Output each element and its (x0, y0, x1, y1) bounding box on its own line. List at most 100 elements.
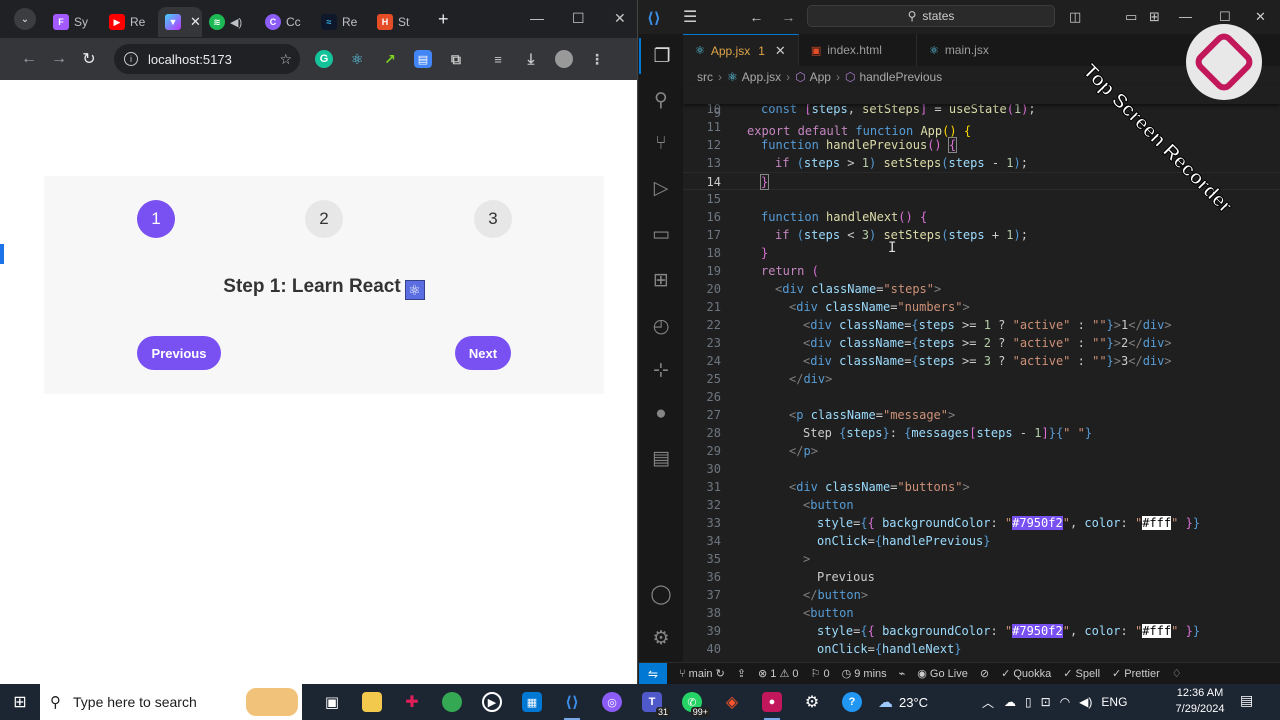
media-player-icon[interactable]: ▶ (472, 684, 512, 720)
close-window-icon[interactable]: ✕ (1255, 9, 1266, 25)
extensions-icon[interactable]: ⊞ (639, 262, 683, 298)
breadcrumb-item[interactable]: App (810, 70, 831, 84)
slack-icon[interactable]: ✚ (392, 684, 432, 720)
language-indicator[interactable]: ENG (1101, 695, 1127, 709)
help-icon[interactable]: ? (832, 684, 872, 720)
whatsapp-icon[interactable]: ✆ 99+ (672, 684, 712, 720)
react-devtools-icon[interactable]: ⚛ (348, 50, 366, 68)
step-number-2[interactable]: 2 (305, 200, 343, 238)
nav-forward-icon[interactable]: → (781, 9, 795, 25)
go-live-button[interactable]: ◉ Go Live (917, 667, 968, 680)
remote-explorer-icon[interactable]: ▭ (639, 216, 683, 252)
explorer-icon[interactable]: ❐ (639, 38, 683, 74)
step-number-3[interactable]: 3 (474, 200, 512, 238)
minimize-icon[interactable]: — (1179, 9, 1192, 24)
bookmark-star-icon[interactable]: ☆ (279, 51, 292, 68)
docs-extension-icon[interactable]: ▤ (414, 50, 432, 68)
toggle-panel-icon[interactable]: ▭ (1125, 9, 1137, 25)
search-icon[interactable]: ⚲ (639, 82, 683, 118)
problems-indicator[interactable]: ⊗ 1 ⚠ 0 (758, 667, 799, 680)
settings-icon[interactable]: ⚙ (792, 684, 832, 720)
remote-indicator-icon[interactable]: ⇋ (639, 662, 667, 684)
run-debug-icon[interactable]: ▷ (639, 170, 683, 206)
close-tab-icon[interactable]: ✕ (775, 43, 786, 59)
browser-tab[interactable]: ≋ ◀) (202, 7, 258, 37)
tab-index-html[interactable]: ▣ index.html (799, 34, 917, 66)
taskbar-clock[interactable]: 12:36 AM 7/29/2024 (1170, 685, 1230, 717)
network-icon[interactable]: ⊡ (1041, 695, 1051, 709)
windows-start-icon[interactable]: ⊞ (0, 684, 40, 720)
site-info-icon[interactable]: i (124, 52, 138, 66)
browser-tab[interactable]: H St (370, 7, 426, 37)
taskbar-search-box[interactable]: ⚲ Type here to search (40, 684, 302, 720)
step-number-1[interactable]: 1 (137, 200, 175, 238)
close-window-icon[interactable]: ✕ (614, 10, 626, 27)
browser-tab-active[interactable]: ▼ ✕ (158, 7, 202, 37)
brave-icon[interactable]: ◈ (712, 684, 752, 720)
chrome-icon[interactable] (432, 684, 472, 720)
tab-search-dropdown-icon[interactable]: ⌄ (14, 8, 36, 30)
reload-icon[interactable]: ↻ (74, 49, 104, 69)
nav-back-icon[interactable]: ← (749, 9, 763, 25)
volume-icon[interactable]: ◀) (1079, 695, 1092, 709)
breadcrumb-item[interactable]: App.jsx (742, 70, 781, 84)
no-bell-icon[interactable]: ⊘ (980, 667, 989, 680)
grammarly-icon[interactable]: G (315, 50, 333, 68)
media-control-icon[interactable]: ≡ (489, 50, 507, 68)
task-view-icon[interactable]: ▣ (312, 684, 352, 720)
extensions-puzzle-icon[interactable]: ⧉ (447, 50, 465, 68)
wakatime-indicator[interactable]: ◷ 9 mins (842, 667, 887, 680)
weather-widget[interactable]: ☁ 23°C (872, 684, 934, 720)
publish-icon[interactable]: ⇪ (737, 667, 746, 680)
forward-icon[interactable]: → (44, 50, 74, 68)
tray-overflow-icon[interactable]: ︿ (982, 694, 994, 711)
prettier-button[interactable]: ✓ Prettier (1112, 667, 1160, 680)
minimize-icon[interactable]: — (530, 10, 544, 26)
quokka-button[interactable]: ✓ Quokka (1001, 667, 1051, 680)
spell-button[interactable]: ✓ Spell (1063, 667, 1100, 680)
browser-tab[interactable]: C Cc (258, 7, 314, 37)
profile-avatar[interactable] (555, 50, 573, 68)
close-tab-icon[interactable]: ✕ (190, 14, 201, 30)
source-control-icon[interactable]: ⑂ (639, 126, 683, 162)
breadcrumb-item[interactable]: src (697, 70, 713, 84)
teams-icon[interactable]: T 31 (632, 684, 672, 720)
download-icon[interactable]: ⤓ (522, 50, 540, 68)
tab-app-jsx[interactable]: ⚛ App.jsx 1 ✕ (683, 34, 799, 66)
screen-recorder-icon[interactable]: ● (752, 684, 792, 720)
vscode-taskbar-icon[interactable]: ⟨⟩ (552, 684, 592, 720)
account-icon[interactable]: ◯ (639, 576, 683, 612)
gitlens-icon[interactable]: ⊹ (639, 352, 683, 388)
notifications-bell-icon[interactable]: ♢ (1172, 667, 1182, 680)
customize-layout-icon[interactable]: ⊞ (1149, 9, 1160, 25)
maximize-icon[interactable]: ☐ (1219, 9, 1231, 25)
file-explorer-icon[interactable] (352, 684, 392, 720)
command-center-search[interactable]: ⚲ states (807, 5, 1055, 27)
store-icon[interactable]: ▦ (512, 684, 552, 720)
notification-center-icon[interactable]: ▤ (1240, 692, 1253, 709)
back-icon[interactable]: ← (14, 50, 44, 68)
new-tab-button[interactable]: + (438, 9, 449, 30)
address-bar[interactable]: i localhost:5173 ☆ (114, 44, 300, 74)
info-indicator[interactable]: ⚐ 0 (811, 667, 830, 680)
chat-icon[interactable]: ▤ (639, 440, 683, 476)
sticky-scroll-line[interactable]: 9 export default function App() { (683, 86, 1280, 138)
browser-tab[interactable]: F Sy (46, 7, 102, 37)
timeline-icon[interactable]: ◴ (639, 308, 683, 344)
settings-gear-icon[interactable]: ⚙ (639, 620, 683, 656)
wifi-icon[interactable]: ◠ (1060, 695, 1070, 709)
github-icon[interactable]: ● (639, 396, 683, 432)
maximize-icon[interactable]: ☐ (572, 10, 585, 27)
breadcrumb-item[interactable]: handlePrevious (859, 70, 942, 84)
github-desktop-icon[interactable]: ◎ (592, 684, 632, 720)
battery-icon[interactable]: ▯ (1025, 695, 1032, 709)
hamburger-menu-icon[interactable]: ☰ (683, 7, 697, 27)
git-graph-icon[interactable]: ⌁ (899, 667, 906, 680)
toggle-sidebar-icon[interactable]: ◫ (1069, 9, 1081, 25)
browser-tab[interactable]: ▶ Re (102, 7, 158, 37)
chart-extension-icon[interactable]: ↗ (381, 50, 399, 68)
next-button[interactable]: Next (455, 336, 511, 370)
previous-button[interactable]: Previous (137, 336, 221, 370)
branch-indicator[interactable]: ⑂ main ↻ (679, 667, 725, 680)
more-menu-icon[interactable]: ⋮ (588, 50, 606, 68)
